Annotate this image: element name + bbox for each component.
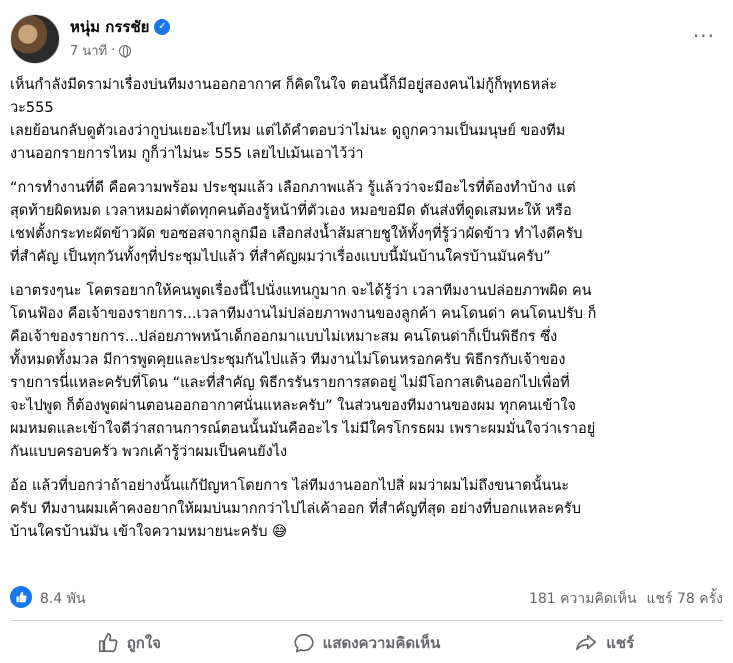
comment-share-counts: 181 ความคิดเห็น แชร์ 78 ครั้ง: [529, 588, 723, 610]
paragraph-3: “การทำงานที่ดี คือความพร้อม ประชุมแล้ว เ…: [10, 177, 722, 269]
text-line: ทั้งหมดทั้งมวล มีการพูดคุยและประชุมกันไป…: [10, 352, 566, 368]
more-options-icon[interactable]: ···: [693, 26, 715, 46]
text-line: เอาตรงๆนะ โคตรอยากให้คนพูดเรื่องนี้ไปนั่…: [10, 283, 592, 299]
facebook-post: หนุ่ม กรรชัย ✓ 7 นาที · ··· เห็นกำลังมีด…: [0, 0, 733, 663]
text-line: “การทำงานที่ดี คือความพร้อม ประชุมแล้ว เ…: [10, 180, 576, 196]
text-line: เลยย้อนกลับดูตัวเองว่ากูบ่นเยอะไปไหม แต่…: [10, 123, 566, 139]
post-text: เห็นกำลังมีดราม่าเรื่องบ่นทีมงานออกอากาศ…: [10, 74, 722, 555]
like-button-label: ถูกใจ: [126, 634, 161, 652]
author-name-row: หนุ่ม กรรชัย ✓: [70, 15, 171, 39]
paragraph-1: เห็นกำลังมีดราม่าเรื่องบ่นทีมงานออกอากาศ…: [10, 74, 722, 120]
comment-count[interactable]: 181 ความคิดเห็น: [529, 588, 637, 610]
share-count[interactable]: แชร์ 78 ครั้ง: [647, 588, 723, 610]
author-name[interactable]: หนุ่ม กรรชัย: [70, 15, 149, 39]
comment-button[interactable]: แสดงความคิดเห็น: [248, 624, 486, 662]
text-line: เห็นกำลังมีดราม่าเรื่องบ่นทีมงานออกอากาศ…: [10, 77, 558, 93]
text-line: คือเจ้าของรายการ...ปล่อยภาพหน้าเด็กออกมา…: [10, 329, 558, 345]
paragraph-4: เอาตรงๆนะ โคตรอยากให้คนพูดเรื่องนี้ไปนั่…: [10, 280, 722, 464]
text-line: ครับ ทีมงานผมเค้าคงอยากให้ผมบ่นมากกว่าไป…: [10, 501, 581, 517]
text-line: บ้านใครบ้านมัน เข้าใจความหมายนะครับ 😅: [10, 524, 288, 540]
text-line: โดนฟ้อง คือเจ้าของรายการ...เวลาทีมงานไม่…: [10, 306, 597, 322]
engagement-counts: 8.4 พัน 181 ความคิดเห็น แชร์ 78 ครั้ง: [10, 586, 723, 610]
share-button-label: แชร์: [606, 634, 635, 652]
comment-button-label: แสดงความคิดเห็น: [322, 634, 441, 652]
comment-icon: [294, 633, 314, 653]
action-bar: ถูกใจ แสดงความคิดเห็น แชร์: [10, 624, 723, 662]
like-badge-icon[interactable]: [10, 586, 32, 608]
paragraph-2: เลยย้อนกลับดูตัวเองว่ากูบ่นเยอะไปไหม แต่…: [10, 120, 722, 166]
paragraph-5: อ้อ แล้วที่บอกว่าถ้าอย่างนั้นแก้ปัญหาโดย…: [10, 475, 722, 544]
divider: [10, 620, 723, 621]
text-line: กันแบบครอบครัว พวกเค้ารู้ว่าผมเป็นคนยังไ…: [10, 444, 288, 460]
text-line: รายการนี่แหละครับที่โดน “และที่สำคัญ พิธ…: [10, 375, 570, 391]
thumbs-up-icon: [98, 633, 118, 653]
post-time[interactable]: 7 นาที: [70, 40, 107, 61]
post-header: หนุ่ม กรรชัย ✓ 7 นาที · ···: [10, 10, 723, 66]
share-button[interactable]: แชร์: [485, 624, 723, 662]
text-line: งานออกรายการไหม กูก็ว่าไม่นะ 555 เลยไปเม…: [10, 146, 364, 162]
share-icon: [576, 634, 597, 651]
verified-badge-icon: ✓: [154, 19, 171, 35]
like-button[interactable]: ถูกใจ: [10, 624, 248, 662]
text-line: เชฟตั้งกระทะผัดข้าวผัด ขอซอสจากลูกมือ เส…: [10, 226, 583, 242]
globe-icon[interactable]: [119, 44, 132, 58]
text-line: ผมหมดและเข้าใจดีว่าสถานการณ์ตอนนั้นมันคื…: [10, 421, 596, 437]
meta-separator: ·: [111, 43, 116, 58]
text-line: อ้อ แล้วที่บอกว่าถ้าอย่างนั้นแก้ปัญหาโดย…: [10, 478, 570, 494]
post-meta: 7 นาที ·: [70, 40, 132, 61]
author-avatar[interactable]: [10, 14, 60, 64]
text-line: วะ555: [10, 100, 54, 116]
text-line: สุดท้ายผิดหมด เวลาหมอผ่าตัดทุกคนต้องรู้ห…: [10, 203, 572, 219]
like-count[interactable]: 8.4 พัน: [40, 588, 86, 610]
text-line: จะไปพูด ก็ต้องพูดผ่านตอนออกอากาศนั่นแหละ…: [10, 398, 577, 414]
text-line: ที่สำคัญ เป็นทุกวันทั้งๆที่ประชุมไปแล้ว …: [10, 249, 551, 265]
